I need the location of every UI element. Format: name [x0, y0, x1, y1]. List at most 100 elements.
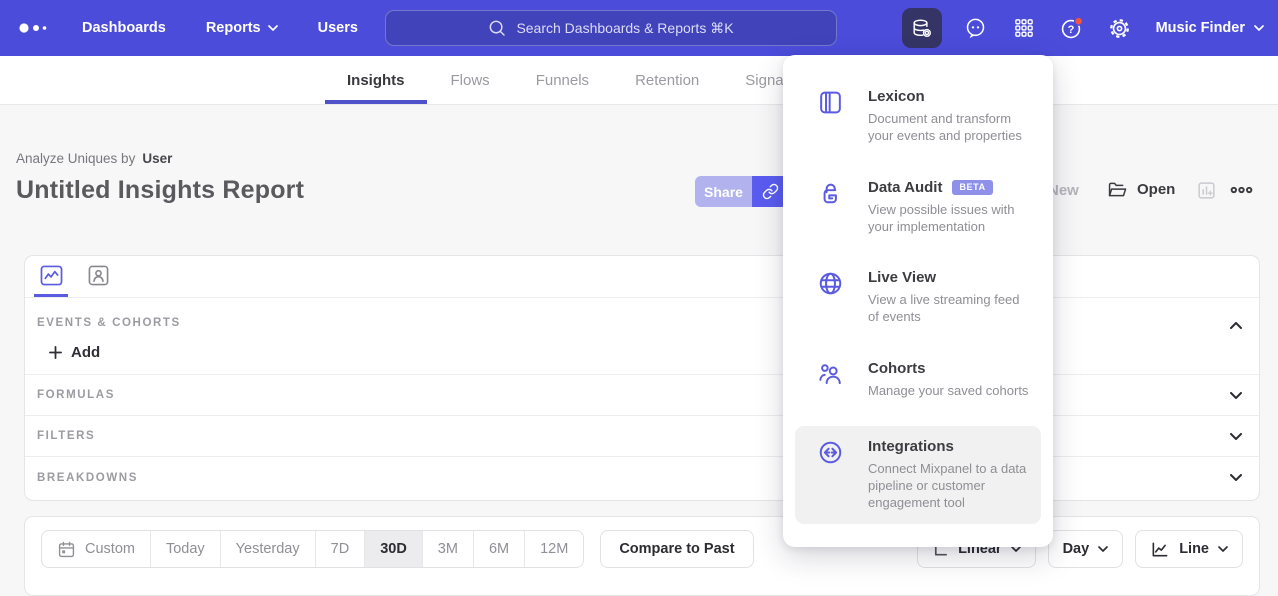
- report-tabbar: Insights Flows Funnels Retention Signal …: [0, 56, 1278, 105]
- menu-item-live-view[interactable]: Live View View a live streaming feed of …: [795, 257, 1041, 338]
- chevron-down-icon: [1230, 433, 1242, 440]
- sync-icon: [817, 438, 847, 512]
- section-breakdowns[interactable]: BREAKDOWNS: [25, 457, 1259, 498]
- folder-open-icon: [1106, 179, 1128, 200]
- book-icon: [817, 88, 847, 145]
- tab-insights[interactable]: Insights: [347, 56, 405, 104]
- menu-item-cohorts[interactable]: Cohorts Manage your saved cohorts: [795, 348, 1041, 416]
- menu-item-description: Manage your saved cohorts: [868, 382, 1028, 399]
- granularity-select[interactable]: Day: [1048, 530, 1124, 568]
- feedback-bubble-icon[interactable]: [962, 14, 990, 42]
- range-label: Custom: [85, 541, 135, 557]
- range-yesterday[interactable]: Yesterday: [221, 531, 316, 567]
- chevron-down-icon: [268, 25, 278, 31]
- link-icon: [762, 183, 779, 200]
- svg-text:?: ?: [1068, 24, 1075, 36]
- line-chart-icon: [1150, 540, 1170, 559]
- section-label: FORMULAS: [37, 389, 115, 401]
- beta-badge: BETA: [952, 180, 992, 195]
- add-row: Add: [25, 331, 1259, 375]
- menu-item-title: Data Audit: [868, 179, 942, 196]
- lock-icon: [817, 179, 847, 236]
- menu-item-data-audit[interactable]: Data Audit BETA View possible issues wit…: [795, 167, 1041, 248]
- plus-icon: [49, 346, 62, 359]
- section-events-cohorts[interactable]: EVENTS & COHORTS: [25, 298, 1259, 331]
- chevron-down-icon: [1254, 25, 1264, 31]
- range-30d[interactable]: 30D: [365, 531, 423, 567]
- menu-item-lexicon[interactable]: Lexicon Document and transform your even…: [795, 76, 1041, 157]
- section-label: EVENTS & COHORTS: [37, 317, 181, 329]
- share-split-button: Share: [695, 176, 788, 207]
- add-event-button[interactable]: Add: [49, 344, 100, 361]
- line-chart-icon: [40, 265, 63, 286]
- user-icon: [88, 265, 109, 286]
- search-placeholder: Search Dashboards & Reports ⌘K: [516, 20, 733, 37]
- menu-item-title: Integrations: [868, 438, 954, 455]
- chevron-down-icon: [1230, 474, 1242, 481]
- menu-item-integrations[interactable]: Integrations Connect Mixpanel to a data …: [795, 426, 1041, 524]
- menu-item-description: View a live streaming feed of events: [868, 291, 1031, 326]
- nav-reports-label: Reports: [206, 20, 261, 36]
- people-icon: [817, 360, 847, 404]
- top-nav: Dashboards Reports Users Search Dashboar…: [0, 0, 1278, 56]
- analyze-entity[interactable]: User: [142, 151, 172, 166]
- menu-item-description: View possible issues with your implement…: [868, 201, 1031, 236]
- range-today[interactable]: Today: [151, 531, 221, 567]
- metrics-chart-tab[interactable]: [34, 256, 68, 297]
- data-management-dropdown: Lexicon Document and transform your even…: [783, 55, 1053, 547]
- nav-dashboards-label: Dashboards: [82, 20, 166, 36]
- open-label: Open: [1137, 181, 1175, 198]
- chart-type-label: Line: [1179, 541, 1209, 557]
- section-label: BREAKDOWNS: [37, 472, 138, 484]
- chevron-down-icon: [1218, 546, 1228, 552]
- menu-item-title: Lexicon: [868, 88, 925, 105]
- chevron-up-icon[interactable]: [1230, 322, 1242, 329]
- menu-item-description: Connect Mixpanel to a data pipeline or c…: [868, 460, 1031, 512]
- tab-funnels[interactable]: Funnels: [536, 56, 589, 104]
- open-report-button[interactable]: Open: [1106, 179, 1175, 200]
- page-title[interactable]: Untitled Insights Report: [16, 176, 304, 205]
- globe-icon: [817, 269, 847, 326]
- nav-users[interactable]: Users: [318, 20, 358, 36]
- more-options-icon[interactable]: [1230, 185, 1253, 195]
- analyze-prefix: Analyze Uniques by: [16, 151, 135, 166]
- data-management-icon[interactable]: [902, 8, 942, 48]
- notification-dot: [1075, 17, 1083, 25]
- section-formulas[interactable]: FORMULAS: [25, 375, 1259, 416]
- range-6m[interactable]: 6M: [474, 531, 525, 567]
- search-input[interactable]: Search Dashboards & Reports ⌘K: [385, 10, 837, 46]
- settings-gear-icon[interactable]: [1106, 14, 1134, 42]
- menu-item-title: Cohorts: [868, 360, 926, 377]
- workspace-selector[interactable]: Music Finder: [1156, 20, 1264, 36]
- tab-signal[interactable]: Signal: [745, 56, 787, 104]
- nav-reports[interactable]: Reports: [206, 20, 278, 36]
- workspace-label: Music Finder: [1156, 20, 1245, 36]
- section-filters[interactable]: FILTERS: [25, 416, 1259, 457]
- tab-flows[interactable]: Flows: [451, 56, 490, 104]
- range-12m[interactable]: 12M: [525, 531, 583, 567]
- share-button[interactable]: Share: [695, 176, 752, 207]
- compare-to-past-button[interactable]: Compare to Past: [600, 530, 753, 568]
- nav-dashboards[interactable]: Dashboards: [82, 20, 166, 36]
- date-range-segmented: Custom Today Yesterday 7D 30D 3M 6M 12M: [41, 530, 584, 568]
- help-icon[interactable]: ?: [1058, 14, 1086, 42]
- granularity-label: Day: [1063, 541, 1090, 557]
- query-builder-card: EVENTS & COHORTS Add FORMULAS FILTERS BR…: [24, 255, 1260, 501]
- menu-item-description: Document and transform your events and p…: [868, 110, 1031, 145]
- menu-item-title: Live View: [868, 269, 936, 286]
- chevron-down-icon: [1098, 546, 1108, 552]
- chart-type-select[interactable]: Line: [1135, 530, 1243, 568]
- range-7d[interactable]: 7D: [316, 531, 366, 567]
- add-label: Add: [71, 344, 100, 361]
- profiles-tab[interactable]: [81, 256, 115, 297]
- mixpanel-logo: [16, 16, 52, 40]
- time-controls-card: Custom Today Yesterday 7D 30D 3M 6M 12M …: [24, 516, 1260, 596]
- apps-grid-icon[interactable]: [1010, 14, 1038, 42]
- tab-retention[interactable]: Retention: [635, 56, 699, 104]
- section-label: FILTERS: [37, 430, 95, 442]
- nav-users-label: Users: [318, 20, 358, 36]
- range-3m[interactable]: 3M: [423, 531, 474, 567]
- builder-tabs: [25, 256, 1259, 298]
- add-to-board-icon[interactable]: [1196, 180, 1217, 201]
- range-custom[interactable]: Custom: [42, 531, 151, 567]
